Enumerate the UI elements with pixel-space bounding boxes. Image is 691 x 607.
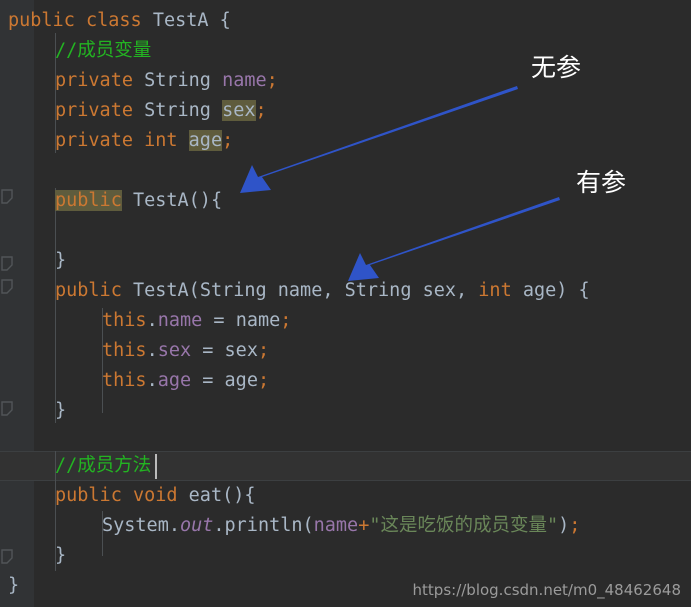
annotation-label-no-arg: 无参 (531, 53, 582, 82)
code-line[interactable]: } (0, 396, 691, 426)
token-keyword: this (102, 340, 147, 361)
token-semicolon: ; (569, 515, 581, 536)
token-field: sex (157, 340, 192, 361)
token-class-name: TestA (152, 10, 209, 31)
token-brace: } (55, 545, 67, 566)
code-line[interactable]: this.name = name; (0, 306, 691, 336)
code-line[interactable]: public TestA(String name, String sex, in… (0, 276, 691, 306)
token-keyword: private (55, 130, 133, 151)
token-field: name (157, 310, 203, 331)
code-line[interactable]: //成员方法 (0, 451, 691, 481)
token-semicolon: ; (257, 340, 270, 361)
token-keyword-highlighted: public (55, 190, 122, 211)
token-brace: } (55, 400, 67, 421)
token-type: String (144, 70, 211, 91)
token-param: sex (224, 340, 258, 361)
token-brace: { (208, 10, 231, 31)
code-line[interactable]: public class TestA { (0, 6, 691, 36)
code-line[interactable]: public void eat(){ (0, 481, 691, 511)
code-line[interactable] (0, 216, 691, 246)
token-keyword: private (55, 70, 133, 91)
token-type: String (199, 280, 267, 301)
code-line[interactable]: this.age = age; (0, 366, 691, 396)
token-parens: (){ (188, 190, 223, 211)
token-comment: //成员方法 (55, 455, 152, 476)
token-operator: + (358, 515, 370, 536)
token-param: age (224, 370, 258, 391)
token-keyword: int (144, 130, 178, 151)
token-field: name (222, 70, 267, 91)
token-constructor-name: TestA (132, 190, 189, 211)
annotation-label-with-arg: 有参 (576, 168, 627, 197)
token-string: "这是吃饭的成员变量" (369, 515, 559, 536)
code-line[interactable]: } (0, 541, 691, 571)
token-param: sex (422, 280, 457, 301)
code-line[interactable]: private String name; (0, 66, 691, 96)
text-caret (155, 454, 157, 479)
code-line[interactable]: //成员变量 (0, 36, 691, 66)
token-constructor-name: TestA (132, 280, 189, 301)
code-editor-screenshot: public class TestA { //成员变量 private Stri… (0, 0, 691, 607)
code-line[interactable]: } (0, 246, 691, 276)
token-brace: } (55, 250, 67, 271)
code-content[interactable]: public class TestA { //成员变量 private Stri… (0, 0, 691, 607)
token-field: age (157, 370, 192, 391)
watermark-url: https://blog.csdn.net/m0_48462648 (412, 581, 681, 599)
token-keyword: public (55, 485, 122, 506)
token-keyword: void (132, 485, 178, 506)
token-keyword: private (55, 100, 133, 121)
token-param: name (235, 310, 281, 331)
token-keyword: this (102, 370, 147, 391)
code-line[interactable]: this.sex = sex; (0, 336, 691, 366)
token-semicolon: ; (280, 310, 292, 331)
token-field-highlighted: age (188, 130, 223, 151)
token-field-highlighted: sex (222, 100, 256, 121)
token-param: age (522, 280, 557, 301)
token-field: name (313, 515, 359, 536)
token-keyword: class (85, 10, 142, 31)
code-line[interactable]: private int age; (0, 126, 691, 156)
token-semicolon: ; (266, 70, 278, 91)
token-class-ref: System (102, 515, 169, 536)
token-keyword: public (55, 280, 122, 301)
token-brace: } (8, 575, 20, 596)
token-method-call: println (224, 515, 303, 536)
token-keyword: this (102, 310, 147, 331)
token-type: String (344, 280, 412, 301)
token-type: String (144, 100, 211, 121)
token-keyword: public (8, 10, 75, 31)
token-semicolon: ; (257, 370, 270, 391)
code-line[interactable]: private String sex; (0, 96, 691, 126)
token-semicolon: ; (222, 130, 234, 151)
code-line[interactable]: System.out.println(name+"这是吃饭的成员变量"); (0, 511, 691, 541)
token-comment: //成员变量 (55, 40, 152, 61)
token-static-field: out (179, 515, 214, 536)
token-parens: (){ (222, 485, 256, 506)
token-keyword: int (478, 280, 512, 301)
token-semicolon: ; (255, 100, 267, 121)
token-method-name: eat (188, 485, 223, 506)
token-param: name (277, 280, 323, 301)
